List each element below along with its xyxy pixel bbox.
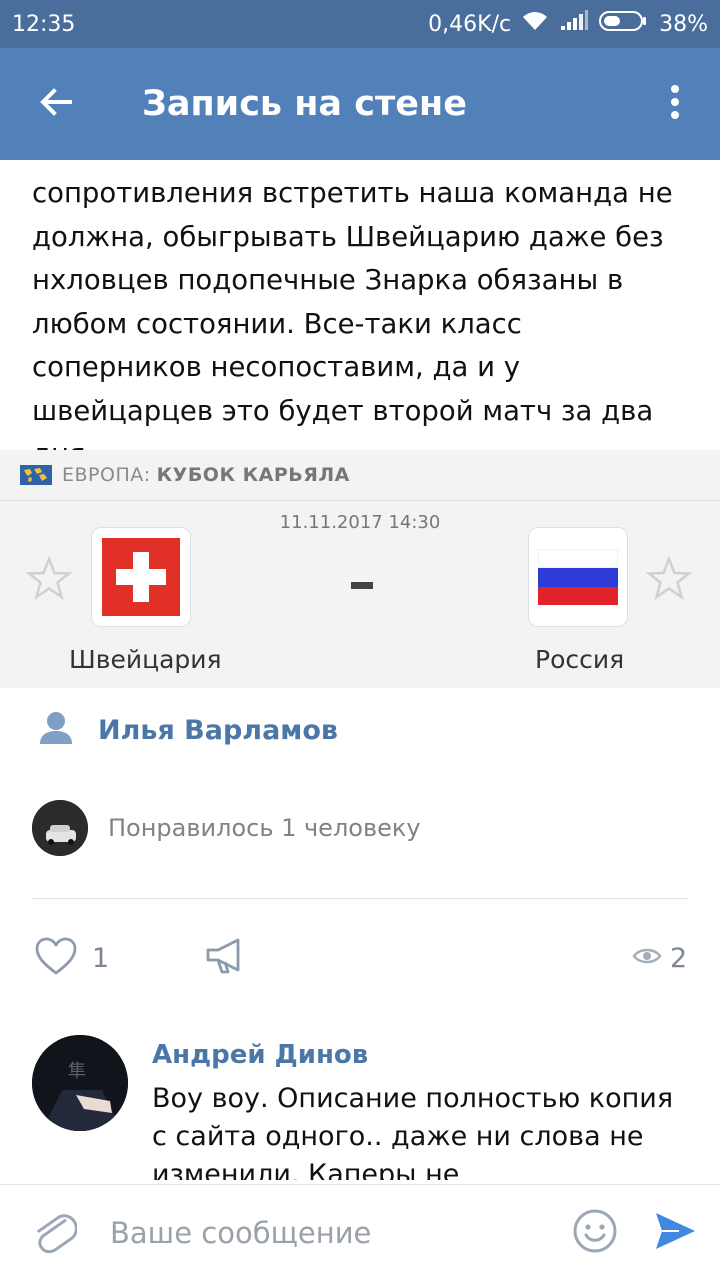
send-button[interactable] xyxy=(630,1185,720,1280)
send-icon xyxy=(653,1209,697,1257)
post-text: сопротивления встретить наша команда не … xyxy=(32,177,673,470)
views-counter: 2 xyxy=(632,930,687,986)
commenter-avatar[interactable]: 隼 xyxy=(32,1035,128,1131)
battery-icon xyxy=(599,10,649,38)
wifi-icon xyxy=(521,10,549,38)
message-input[interactable] xyxy=(110,1215,560,1250)
liker-avatar[interactable] xyxy=(32,800,88,856)
status-time: 12:35 xyxy=(12,11,76,37)
signal-icon xyxy=(559,10,589,38)
smiley-icon xyxy=(572,1208,618,1258)
like-count: 1 xyxy=(92,942,110,974)
page-title: Запись на стене xyxy=(142,84,467,124)
back-button[interactable] xyxy=(0,48,112,160)
attach-button[interactable] xyxy=(0,1185,110,1280)
likes-text: Понравилось 1 человеку xyxy=(108,814,421,842)
more-vert-icon xyxy=(669,84,681,124)
home-team-flag xyxy=(91,527,191,627)
match-region: ЕВРОПА: xyxy=(62,464,151,486)
away-team-name: Россия xyxy=(535,645,625,674)
favorite-away-star-icon[interactable] xyxy=(645,555,693,604)
home-team-name: Швейцария xyxy=(69,645,222,674)
paperclip-icon xyxy=(33,1207,78,1259)
switzerland-flag-icon xyxy=(102,538,180,616)
share-button[interactable] xyxy=(204,930,246,986)
back-arrow-icon xyxy=(36,82,76,126)
eye-icon xyxy=(632,946,662,970)
user-icon xyxy=(38,710,74,750)
comment-text: Воу воу. Описание полностью копия с сайт… xyxy=(152,1083,674,1180)
post-author-name[interactable]: Илья Варламов xyxy=(98,715,338,746)
emoji-button[interactable] xyxy=(560,1185,630,1280)
battery-percent: 38% xyxy=(659,11,708,37)
app-bar: Запись на стене xyxy=(0,48,720,160)
away-team-flag xyxy=(528,527,628,627)
match-divider xyxy=(0,500,720,501)
score-dash xyxy=(351,582,373,589)
status-right: 0,46K/c 38% xyxy=(428,10,708,38)
megaphone-icon xyxy=(204,936,246,980)
post-author[interactable]: Илья Варламов xyxy=(38,708,338,752)
divider xyxy=(32,898,688,899)
heart-icon xyxy=(34,936,78,980)
more-options-button[interactable] xyxy=(630,48,720,160)
match-header: ЕВРОПА: КУБОК КАРЬЯЛА xyxy=(0,450,720,500)
comment-author-name[interactable]: Андрей Динов xyxy=(152,1040,368,1070)
favorite-home-star-icon[interactable] xyxy=(25,555,73,604)
screen: 12:35 0,46K/c 38% Запись на стене сопрот… xyxy=(0,0,720,1280)
status-bar: 12:35 0,46K/c 38% xyxy=(0,0,720,48)
network-speed: 0,46K/c xyxy=(428,11,512,37)
svg-text:隼: 隼 xyxy=(68,1061,86,1082)
views-count: 2 xyxy=(670,942,688,974)
match-tournament: КУБОК КАРЬЯЛА xyxy=(156,464,350,486)
russia-flag-icon xyxy=(538,549,618,605)
likes-summary[interactable]: Понравилось 1 человеку xyxy=(32,798,421,858)
like-button[interactable]: 1 xyxy=(34,930,109,986)
post-actions: 1 2 xyxy=(32,930,692,986)
message-composer xyxy=(0,1184,720,1280)
world-map-icon xyxy=(20,465,52,485)
